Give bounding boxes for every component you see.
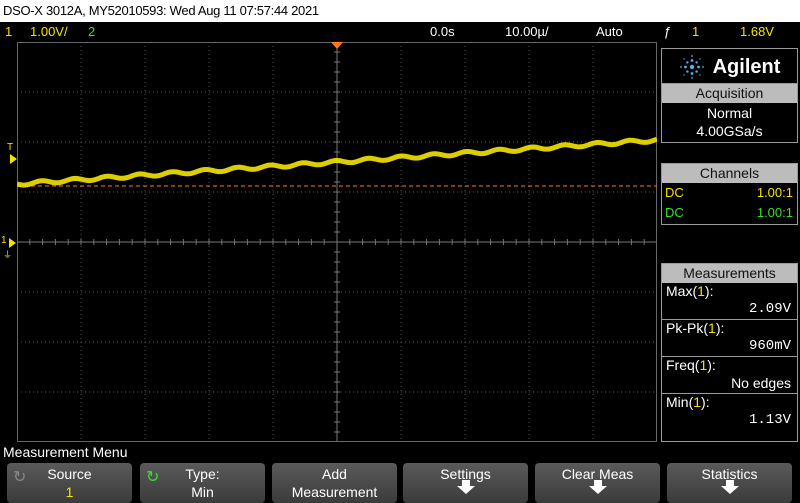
agilent-spark-icon xyxy=(679,55,704,79)
measurement-value: 1.13V xyxy=(748,412,791,428)
measurement-source: 1 xyxy=(708,320,716,336)
trigger-level-marker-icon[interactable] xyxy=(10,154,17,164)
acquisition-box[interactable]: Acquisition Normal 4.00GSa/s xyxy=(661,83,798,143)
ch1-coupling: DC xyxy=(665,185,684,200)
menu-title: Measurement Menu xyxy=(0,443,800,461)
clear-meas-softkey[interactable]: Clear Meas xyxy=(535,463,660,503)
channel-row: DC 1.00:1 xyxy=(662,183,797,203)
ch1-number[interactable]: 1 xyxy=(5,22,12,42)
submenu-arrow-icon xyxy=(720,480,739,494)
ch1-ground-label: 1 xyxy=(1,235,7,246)
entry-knob-icon: ↻ xyxy=(13,469,27,486)
measurement-label: Max(1): xyxy=(666,283,714,299)
ch1-probe: 1.00:1 xyxy=(756,185,793,200)
measurements-box[interactable]: Measurements Max(1): 2.09V Pk-Pk(1): 960… xyxy=(661,263,798,442)
trigger-slope-icon: ƒ xyxy=(664,24,672,39)
acquisition-header: Acquisition xyxy=(662,84,797,103)
sample-rate: 4.00GSa/s xyxy=(696,123,763,139)
submenu-arrow-icon xyxy=(588,480,607,494)
softkey-label-line2: Measurement xyxy=(291,484,378,500)
measurement-name: Freq xyxy=(666,357,695,373)
type-softkey[interactable]: ↻ Type: Min xyxy=(140,463,265,503)
softkey-label: Add xyxy=(322,466,347,482)
trigger-position-marker-icon xyxy=(331,42,343,49)
ground-icon: ⏚ xyxy=(3,250,13,260)
window-title: DSO-X 3012A, MY52010593: Wed Aug 11 07:5… xyxy=(0,0,800,22)
left-markers: T 1 ⏚ xyxy=(0,42,17,442)
trigger-mode[interactable]: Auto xyxy=(596,22,623,42)
graticule-svg xyxy=(17,42,657,442)
entry-knob-icon: ↻ xyxy=(146,469,160,486)
measurement-value: 960mV xyxy=(748,338,791,354)
channels-box[interactable]: Channels DC 1.00:1 DC 1.00:1 xyxy=(661,163,798,225)
measurement-source: 1 xyxy=(697,283,705,299)
ch1-ground-marker-icon[interactable] xyxy=(9,238,16,248)
brand-box: Agilent xyxy=(661,48,798,86)
trigger-level-label: T xyxy=(7,142,14,153)
measurement-name: Min xyxy=(666,394,689,410)
status-bar: 1 1.00V/ 2 0.0s 10.00µ/ Auto ƒ 1 1.68V xyxy=(0,22,800,42)
measurement-name: Pk-Pk xyxy=(666,320,704,336)
measurement-source: 1 xyxy=(699,357,708,373)
settings-softkey[interactable]: Settings xyxy=(403,463,528,503)
submenu-arrow-icon xyxy=(456,480,475,494)
time-base[interactable]: 10.00µ/ xyxy=(505,22,549,42)
measurement-source: 1 xyxy=(693,394,702,410)
channels-header: Channels xyxy=(662,164,797,183)
channel-row: DC 1.00:1 xyxy=(662,203,797,223)
acquisition-mode: Normal xyxy=(706,105,753,121)
measurement-label: Pk-Pk(1): xyxy=(666,320,725,336)
measurement-value: No edges xyxy=(731,375,791,391)
statistics-softkey[interactable]: Statistics xyxy=(667,463,792,503)
softkey-bar: ↻ Source 1 ↻ Type: Min Add Measurement S… xyxy=(0,461,800,503)
measurement-value: 2.09V xyxy=(748,301,791,317)
brand-name: Agilent xyxy=(712,55,781,78)
source-softkey[interactable]: ↻ Source 1 xyxy=(7,463,132,503)
time-delay[interactable]: 0.0s xyxy=(430,22,455,42)
measurements-header: Measurements xyxy=(662,264,797,283)
waveform-display[interactable] xyxy=(17,42,657,442)
right-info-panel: Agilent Acquisition Normal 4.00GSa/s Cha… xyxy=(659,42,800,442)
ch2-number[interactable]: 2 xyxy=(88,22,95,42)
trigger-level[interactable]: 1.68V xyxy=(740,22,774,42)
measurement-label: Min(1): xyxy=(666,394,710,410)
ch2-probe: 1.00:1 xyxy=(756,205,793,220)
measurement-label: Freq(1): xyxy=(666,357,716,373)
add-measurement-softkey[interactable]: Add Measurement xyxy=(272,463,397,503)
ch2-coupling: DC xyxy=(665,205,684,220)
ch1-scale[interactable]: 1.00V/ xyxy=(30,22,68,42)
measurement-name: Max xyxy=(666,283,693,299)
trigger-source[interactable]: 1 xyxy=(692,22,699,42)
